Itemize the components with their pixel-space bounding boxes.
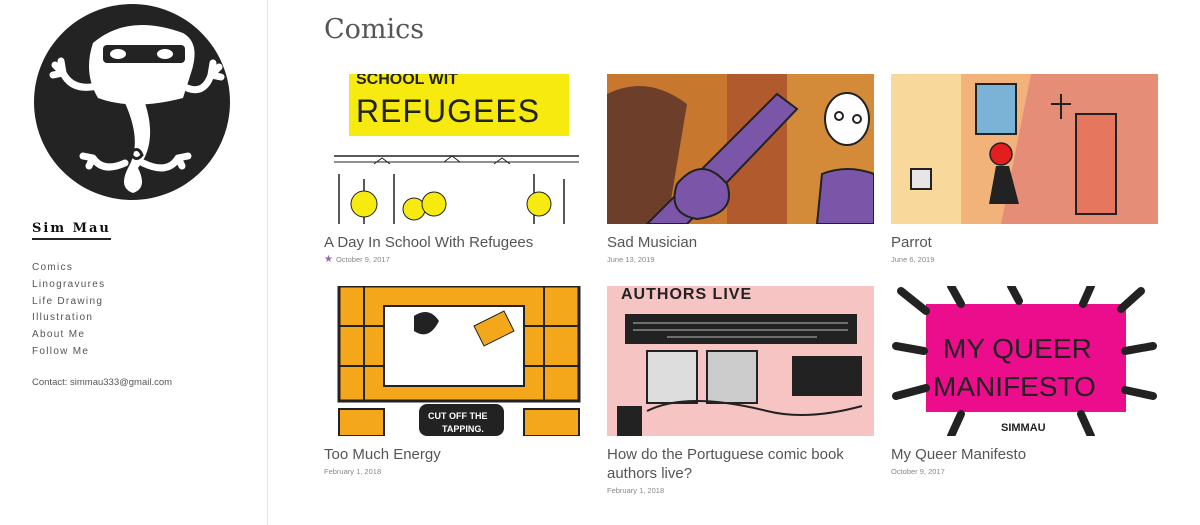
post-date: June 13, 2019 [607,255,655,264]
thumb-text: MY QUEER [943,333,1092,364]
post-title[interactable]: A Day In School With Refugees [324,233,591,252]
post-meta: October 9, 2017 [891,467,1158,476]
thumb-text: AUTHORS LIVE [621,286,752,303]
post-title[interactable]: Too Much Energy [324,445,591,464]
post-thumbnail[interactable]: AUTHORS LIVE [607,286,874,436]
post-title[interactable]: Sad Musician [607,233,874,252]
thumb-text: REFUGEES [356,93,540,129]
nav-item-life-drawing[interactable]: Life Drawing [32,294,105,311]
post-card: CUT OFF THE TAPPING. Too Much Energy Feb… [324,286,591,476]
post-date: October 9, 2017 [891,467,945,476]
post-thumbnail[interactable]: MY QUEER MANIFESTO SIMMAU [891,286,1158,436]
post-date: October 9, 2017 [335,255,390,264]
post-card: Sad Musician June 13, 2019 [607,74,874,264]
contact-email: Contact: simmau333@gmail.com [32,377,173,388]
main-nav: Comics Linogravures Life Drawing Illustr… [32,260,105,361]
page-title: Comics [324,14,425,45]
post-thumbnail[interactable] [891,74,1158,224]
nav-item-follow-me[interactable]: Follow Me [32,344,105,361]
post-thumbnail[interactable]: CUT OFF THE TAPPING. [324,286,591,436]
post-card: Parrot June 6, 2019 [891,74,1158,264]
post-meta: ★ October 9, 2017 [324,253,591,265]
star-icon: ★ [324,253,333,265]
post-meta: June 13, 2019 [607,255,874,264]
nav-item-linogravures[interactable]: Linogravures [32,277,105,294]
site-logo[interactable] [33,3,231,201]
post-title[interactable]: How do the Portuguese comic book authors… [607,445,874,483]
post-thumbnail[interactable]: SCHOOL WIT REFUGEES [324,74,591,224]
nav-item-about-me[interactable]: About Me [32,327,105,344]
post-card: SCHOOL WIT REFUGEES A Day In School With… [324,74,591,264]
thumb-text: CUT OFF THE [428,411,488,421]
post-title[interactable]: My Queer Manifesto [891,445,1158,464]
post-meta: June 6, 2019 [891,255,1158,264]
post-meta: February 1, 2018 [607,486,874,495]
sidebar: Sim Mau Comics Linogravures Life Drawing… [0,0,268,525]
post-date: February 1, 2018 [324,467,382,476]
thumb-text: SCHOOL WIT [356,74,458,88]
site-title[interactable]: Sim Mau [32,221,111,240]
post-card: MY QUEER MANIFESTO SIMMAU My Queer Manif… [891,286,1158,476]
post-thumbnail[interactable] [607,74,874,224]
thumb-text: SIMMAU [1001,422,1046,434]
thumb-text: MANIFESTO [933,371,1096,402]
post-card: AUTHORS LIVE How do the Portuguese comic… [607,286,874,495]
nav-item-comics[interactable]: Comics [32,260,105,277]
post-meta: February 1, 2018 [324,467,591,476]
nav-item-illustration[interactable]: Illustration [32,310,105,327]
post-title[interactable]: Parrot [891,233,1158,252]
thumb-text: TAPPING. [442,424,484,434]
post-date: February 1, 2018 [607,486,665,495]
post-date: June 6, 2019 [891,255,935,264]
